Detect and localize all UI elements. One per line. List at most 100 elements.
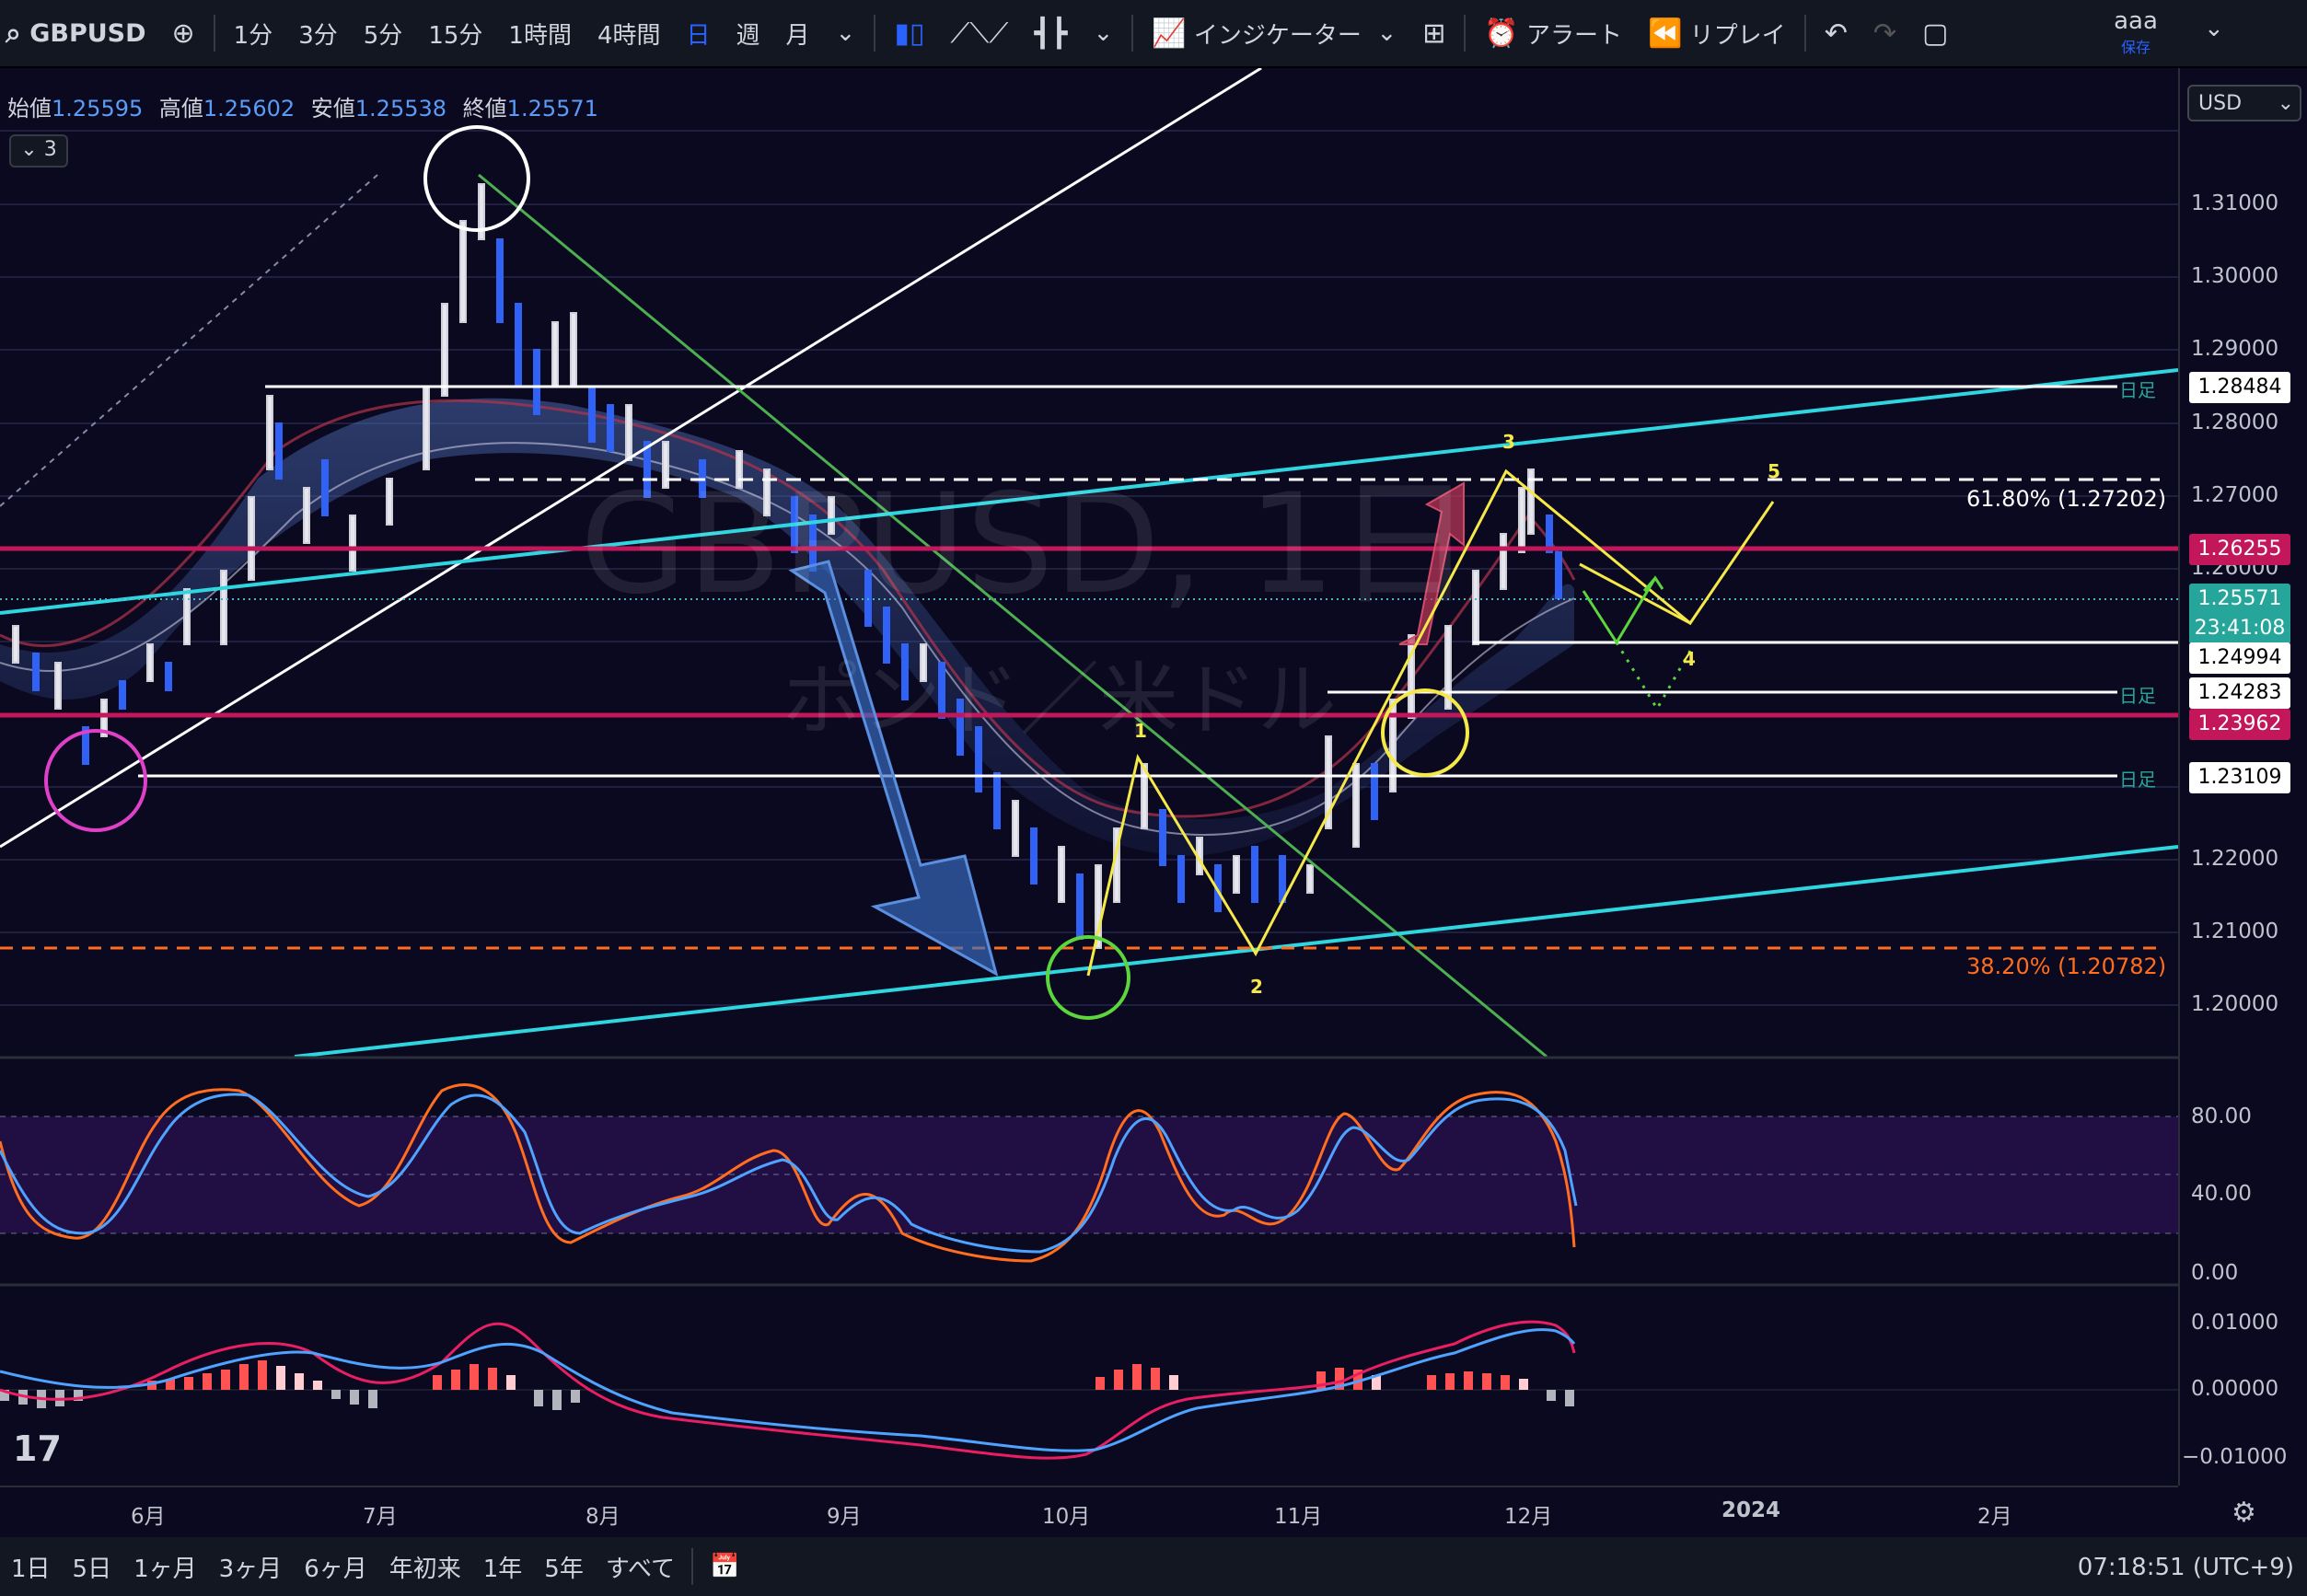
indicators-button[interactable]: 📈 インジケーター ⌄ [1139, 0, 1409, 66]
redo-button[interactable]: ↷ [1861, 0, 1909, 66]
alert-button[interactable]: ⏰ アラート [1471, 0, 1635, 66]
candle-type-button[interactable]: ▮▯ [881, 0, 937, 66]
open-label: 始値 [7, 96, 52, 121]
interval-1h[interactable]: 1時間 [495, 0, 585, 66]
price-tick: 1.28000 [2191, 411, 2279, 434]
price-tick: 1.29000 [2191, 337, 2279, 361]
time-label: 7月 [363, 1505, 398, 1529]
indicators-label: インジケーター [1193, 21, 1362, 50]
toolbar-divider [874, 15, 876, 52]
fullscreen-button[interactable]: ▢ [1909, 0, 1961, 66]
rewind-icon: ⏪ [1648, 17, 1683, 50]
redo-icon: ↷ [1872, 17, 1896, 50]
price-label-current: 1.25571 [2189, 584, 2290, 615]
chart-type-dropdown[interactable]: ⌄ [1081, 0, 1127, 66]
stoch-tick: 80.00 [2191, 1104, 2252, 1128]
price-tick: 1.22000 [2191, 847, 2279, 871]
symbol-search[interactable]: ⌕ GBPUSD [0, 0, 159, 66]
price-tick: 1.27000 [2191, 483, 2279, 507]
indicator-collapse-button[interactable]: ⌄ 3 [9, 134, 68, 168]
ohlc-legend: 始値1.25595 高値1.25602 安値1.25538 終値1.25571 [7, 90, 608, 122]
user-name: aaa [2114, 7, 2158, 35]
interval-week[interactable]: 週 [724, 0, 773, 66]
daily-tag: 日足 [2119, 379, 2156, 401]
price-label-level: 1.23109 [2189, 762, 2290, 793]
range-ytd[interactable]: 年初来 [378, 1550, 472, 1584]
time-label: 6月 [131, 1505, 166, 1529]
undo-button[interactable]: ↶ [1812, 0, 1861, 66]
replay-button[interactable]: ⏪ リプレイ [1635, 0, 1799, 66]
macd-tick: 0.01000 [2191, 1311, 2279, 1335]
bars-icon: ┫┣ [1034, 17, 1068, 50]
indicator-icon: 📈 [1152, 17, 1187, 50]
fib-618-label: 61.80% (1.27202) [1966, 486, 2167, 512]
interval-month[interactable]: 月 [773, 0, 823, 66]
low-value: 1.25538 [354, 96, 447, 121]
layouts-button[interactable]: ⊞ [1409, 0, 1458, 66]
wave-label-1: 1 [1134, 720, 1147, 742]
interval-5m[interactable]: 5分 [351, 0, 416, 66]
chevron-down-icon: ⌄ [2277, 92, 2294, 115]
price-tick: 1.21000 [2191, 919, 2279, 943]
alarm-clock-icon: ⏰ [1484, 17, 1519, 50]
wave-label-5: 5 [1768, 460, 1780, 482]
high-value: 1.25602 [203, 96, 296, 121]
range-all[interactable]: すべて [595, 1550, 686, 1584]
range-3m[interactable]: 3ヶ月 [208, 1550, 294, 1584]
calendar-icon: 📅 [709, 1553, 740, 1580]
range-5y[interactable]: 5年 [533, 1550, 595, 1584]
bar-type-button[interactable]: ┫┣ [1021, 0, 1080, 66]
daily-tag: 日足 [2119, 685, 2156, 707]
time-label: 10月 [1042, 1505, 1091, 1529]
interval-1m[interactable]: 1分 [221, 0, 286, 66]
add-symbol-button[interactable]: ⊕ [159, 0, 208, 66]
daily-tag: 日足 [2119, 769, 2156, 791]
range-5d[interactable]: 5日 [62, 1550, 123, 1584]
time-label: 8月 [585, 1505, 620, 1529]
toolbar-divider [1131, 15, 1134, 52]
time-label: 2024 [1722, 1498, 1781, 1522]
goto-date-button[interactable]: 📅 [699, 1553, 750, 1580]
candles-icon: ▮▯ [894, 17, 925, 50]
top-toolbar: ⌕ GBPUSD ⊕ 1分 3分 5分 15分 1時間 4時間 日 週 月 ⌄ … [0, 0, 2307, 68]
bar-countdown: 23:41:08 [2189, 613, 2290, 644]
range-1y[interactable]: 1年 [472, 1550, 534, 1584]
toolbar-divider [213, 15, 215, 52]
plus-circle-icon: ⊕ [171, 17, 195, 50]
range-1m[interactable]: 1ヶ月 [122, 1550, 208, 1584]
low-label: 安値 [310, 96, 355, 121]
time-axis[interactable]: 6月 7月 8月 9月 10月 11月 12月 2024 2月 [0, 1486, 2178, 1537]
interval-dropdown[interactable]: ⌄ [823, 0, 869, 66]
toolbar-divider [690, 1548, 693, 1585]
search-icon: ⌕ [6, 17, 21, 50]
interval-3m[interactable]: 3分 [285, 0, 351, 66]
save-label: 保存 [2120, 39, 2150, 56]
interval-4h[interactable]: 4時間 [585, 0, 674, 66]
chevron-down-icon: ⌄ [1093, 19, 1114, 47]
time-label: 9月 [827, 1505, 862, 1529]
bottom-toolbar: 1日 5日 1ヶ月 3ヶ月 6ヶ月 年初来 1年 5年 すべて 📅 07:18:… [0, 1537, 2307, 1596]
chevron-down-icon[interactable]: ⌄ [2204, 15, 2224, 42]
layout-save[interactable]: aaa 保存 [2099, 7, 2173, 57]
range-6m[interactable]: 6ヶ月 [293, 1550, 378, 1584]
gear-icon[interactable]: ⚙ [2232, 1497, 2256, 1529]
price-label-level: 1.28484 [2189, 372, 2290, 403]
currency-select[interactable]: USD ⌄ [2187, 85, 2301, 121]
grid-icon: ⊞ [1422, 17, 1446, 50]
toolbar-divider [1464, 15, 1467, 52]
line-chart-icon: ⟋⟍⟋ [950, 17, 1009, 50]
replay-label: リプレイ [1689, 21, 1786, 50]
fib-382-label: 38.20% (1.20782) [1966, 954, 2167, 979]
range-1d[interactable]: 1日 [0, 1550, 62, 1584]
line-type-button[interactable]: ⟋⟍⟋ [937, 0, 1021, 66]
alert-label: アラート [1526, 21, 1623, 50]
chart-canvas[interactable] [0, 68, 2178, 1486]
interval-15m[interactable]: 15分 [415, 0, 495, 66]
close-label: 終値 [462, 96, 507, 121]
time-label: 2月 [1977, 1505, 2012, 1529]
clock[interactable]: 07:18:51 (UTC+9) [2078, 1554, 2294, 1581]
interval-day[interactable]: 日 [674, 0, 724, 66]
tradingview-logo[interactable]: 17 [13, 1428, 62, 1469]
open-value: 1.25595 [52, 96, 144, 121]
symbol-name: GBPUSD [29, 18, 146, 48]
